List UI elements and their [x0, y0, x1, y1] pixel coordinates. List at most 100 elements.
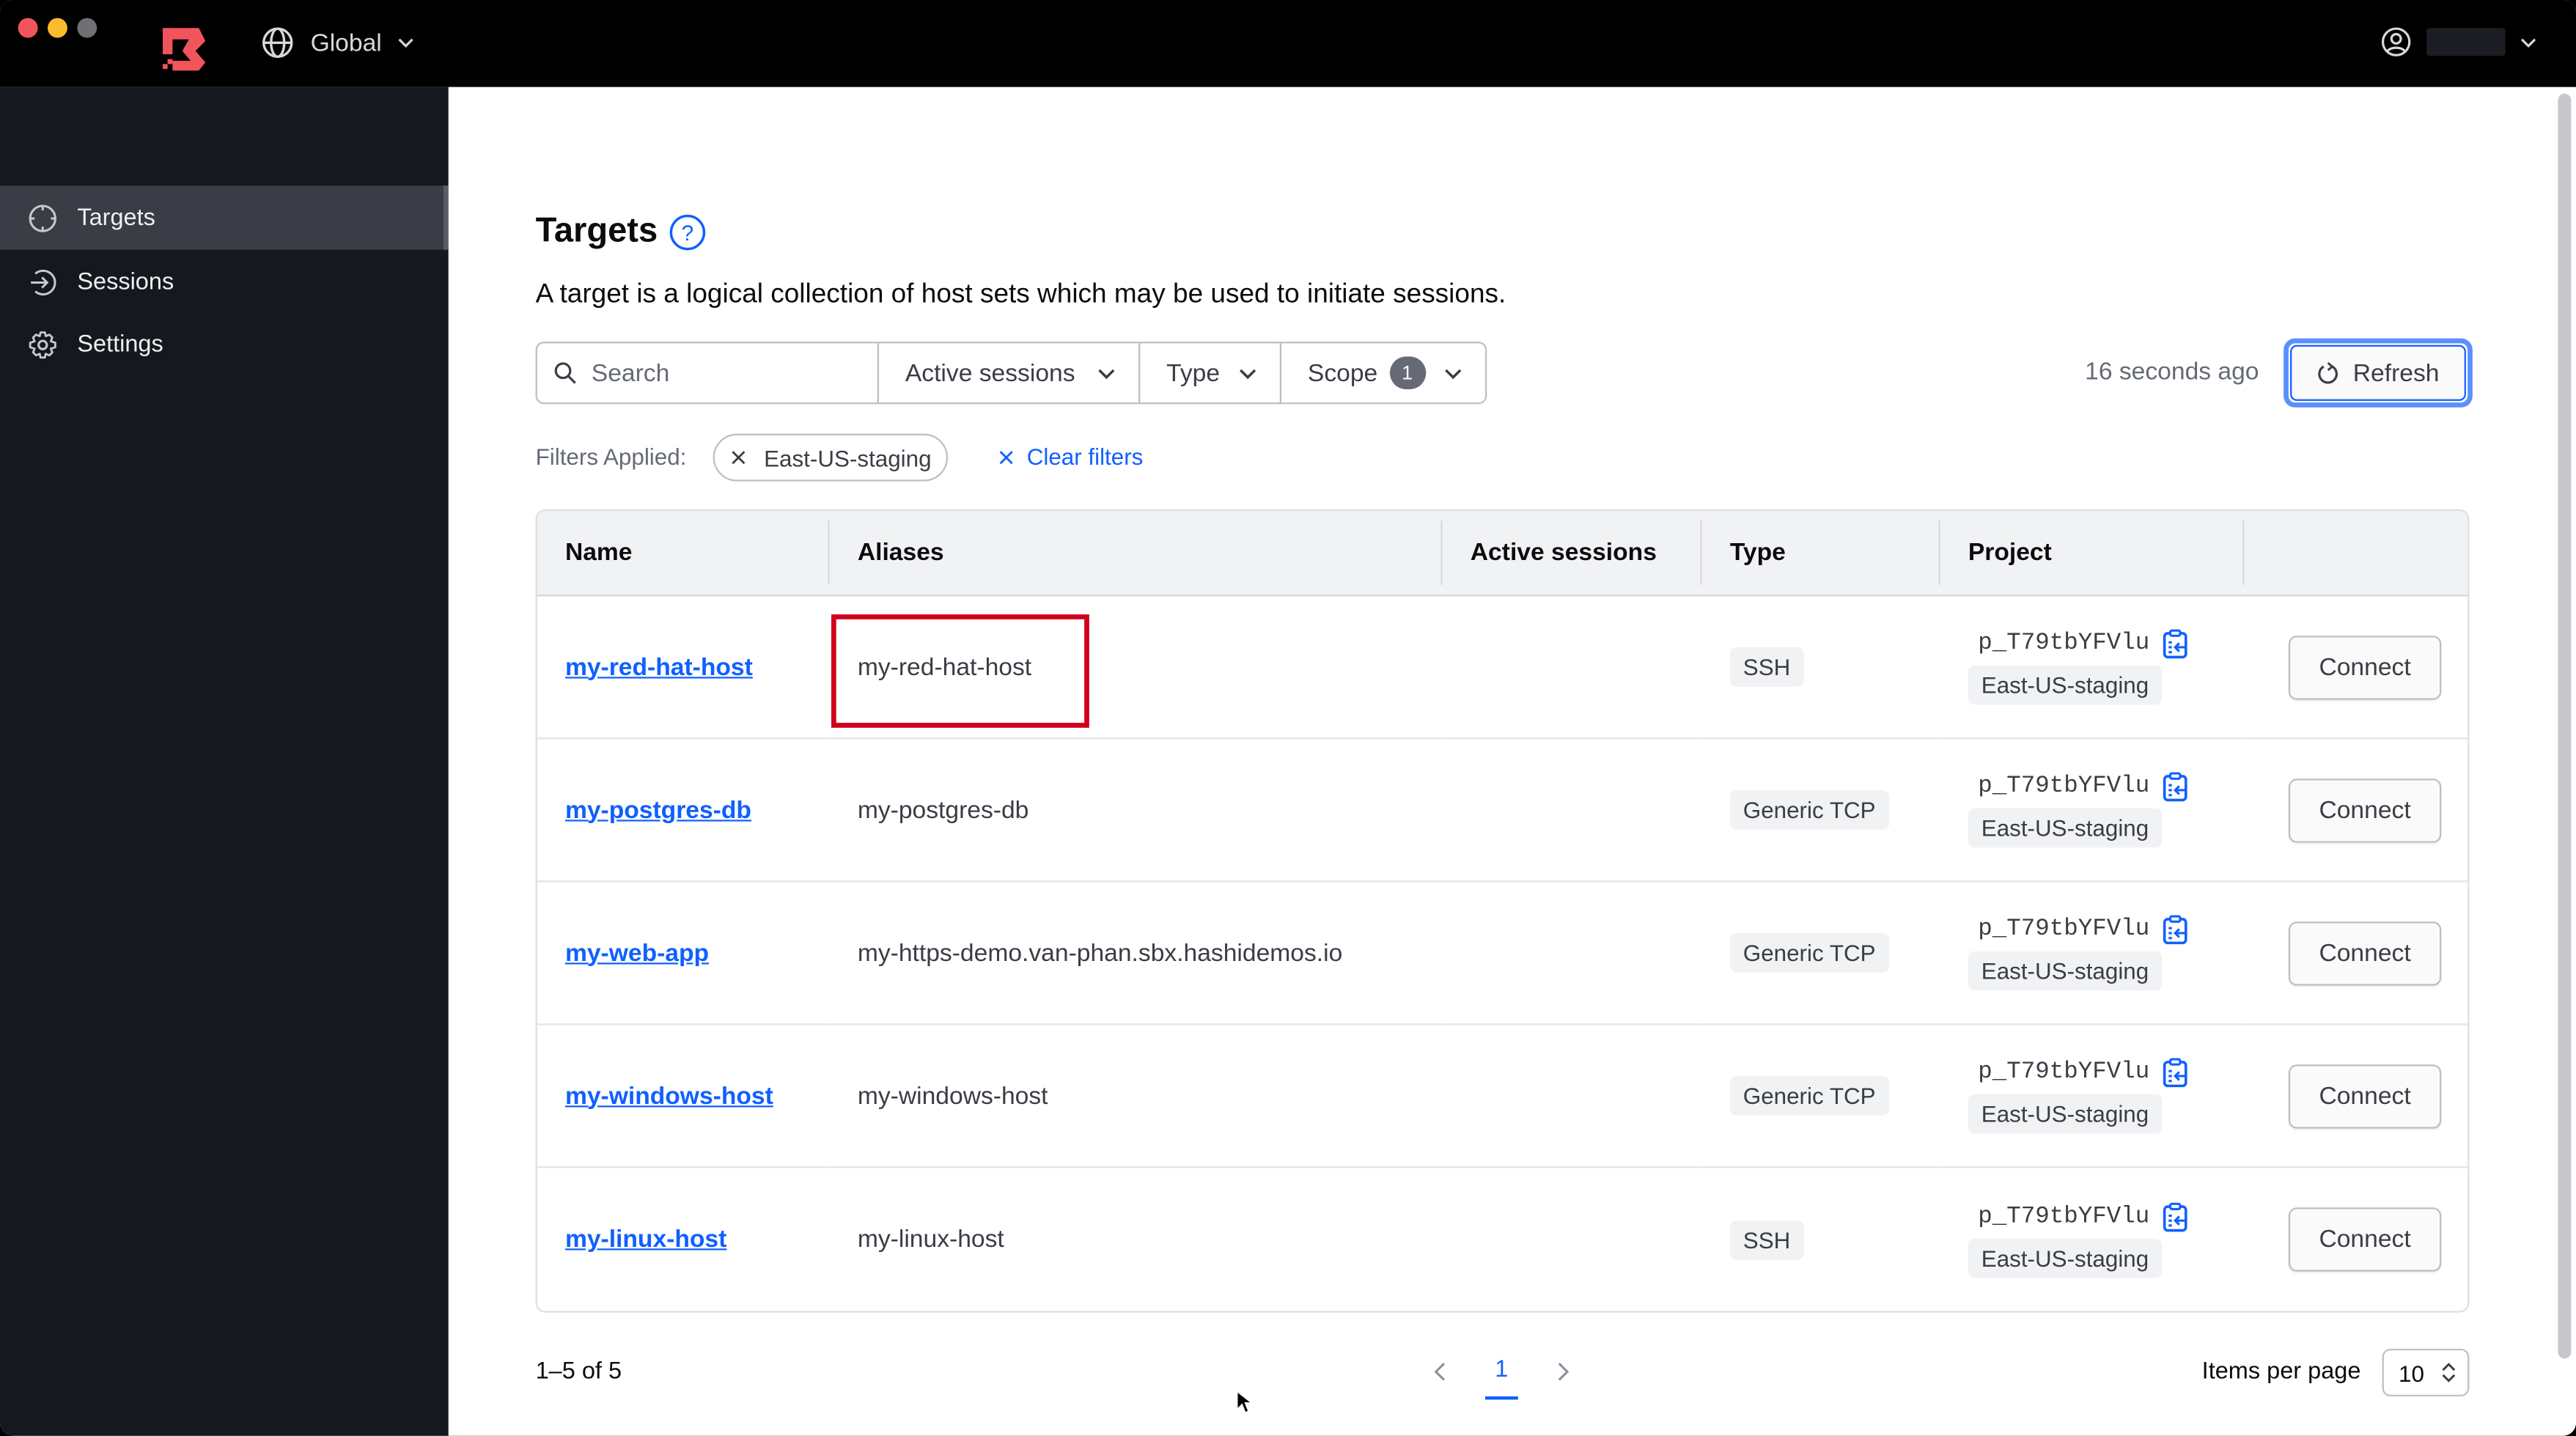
column-header-project: Project	[1940, 510, 2245, 597]
window-zoom-button[interactable]	[77, 18, 97, 38]
copy-icon[interactable]	[2163, 1058, 2189, 1088]
target-link[interactable]: my-postgres-db	[565, 796, 751, 824]
scope-count-badge: 1	[1388, 356, 1426, 390]
project-name-badge: East-US-staging	[1968, 1237, 2163, 1278]
connect-button[interactable]: Connect	[2288, 921, 2442, 985]
chevron-down-icon	[399, 38, 414, 48]
chevron-left-icon[interactable]	[1432, 1362, 1449, 1382]
refresh-icon	[2318, 361, 2338, 383]
column-header-name: Name	[537, 510, 830, 597]
chevron-down-icon	[1445, 368, 1462, 379]
page-1-button[interactable]: 1	[1484, 1357, 1518, 1400]
name-cell: my-postgres-db	[537, 739, 830, 883]
sidebar: Targets Sessions Settings	[0, 86, 449, 1436]
copy-icon[interactable]	[2163, 772, 2189, 802]
alias-cell: my-https-demo.van-phan.sbx.hashidemos.io	[829, 882, 1443, 1026]
target-link[interactable]: my-red-hat-host	[565, 653, 753, 681]
action-cell: Connect	[2244, 1025, 2468, 1168]
user-menu[interactable]	[2380, 26, 2536, 58]
search-input[interactable]: Search	[535, 342, 879, 405]
scope-selector[interactable]: Global	[261, 26, 414, 59]
name-cell: my-web-app	[537, 882, 830, 1026]
svg-text:?: ?	[682, 221, 694, 245]
connect-button[interactable]: Connect	[2288, 778, 2442, 842]
action-cell: Connect	[2244, 739, 2468, 883]
clear-filters-label: Clear filters	[1026, 443, 1144, 470]
connect-button[interactable]: Connect	[2288, 635, 2442, 699]
project-cell: p_T79tbYFVlu East-US-staging	[1940, 739, 2245, 883]
project-cell: p_T79tbYFVlu East-US-staging	[1940, 1025, 2245, 1168]
target-link[interactable]: my-windows-host	[565, 1082, 773, 1110]
refresh-button[interactable]: Refresh	[2284, 338, 2473, 408]
filters-applied-label: Filters Applied:	[535, 443, 687, 470]
close-icon[interactable]	[731, 450, 746, 465]
search-icon	[554, 362, 576, 384]
table-row: my-windows-host my-windows-host Generic …	[537, 1025, 2468, 1168]
alias-cell: my-postgres-db	[829, 739, 1443, 883]
scope-label: Global	[310, 29, 382, 57]
sidebar-item-label: Sessions	[77, 268, 174, 295]
connect-button[interactable]: Connect	[2288, 1064, 2442, 1128]
action-cell: Connect	[2244, 597, 2468, 740]
project-cell: p_T79tbYFVlu East-US-staging	[1940, 597, 2245, 740]
gear-icon	[29, 330, 56, 358]
page-title: Targets	[535, 212, 658, 250]
filter-chip-label: East-US-staging	[764, 444, 932, 471]
project-id: p_T79tbYFVlu	[1978, 916, 2150, 943]
copy-icon[interactable]	[2163, 1201, 2189, 1231]
sessions-icon	[31, 268, 56, 295]
project-name-badge: East-US-staging	[1968, 951, 2163, 991]
column-header-aliases: Aliases	[829, 510, 1443, 597]
chevron-down-icon	[1240, 368, 1256, 379]
help-icon[interactable]: ?	[669, 213, 707, 251]
sidebar-item-targets[interactable]: Targets	[0, 185, 449, 250]
scope-filter[interactable]: Scope 1	[1279, 342, 1487, 405]
project-cell: p_T79tbYFVlu East-US-staging	[1940, 882, 2245, 1026]
user-circle-icon	[2381, 27, 2411, 56]
globe-icon	[262, 27, 293, 58]
items-per-page-select[interactable]: 10	[2382, 1348, 2470, 1396]
column-header-actions	[2244, 510, 2468, 597]
copy-icon[interactable]	[2163, 915, 2189, 945]
sidebar-item-settings[interactable]: Settings	[0, 312, 449, 376]
username-redacted	[2426, 28, 2506, 56]
column-header-active-sessions: Active sessions	[1442, 510, 1702, 597]
chevron-down-icon	[2520, 37, 2536, 47]
chevron-right-icon[interactable]	[1554, 1362, 1570, 1382]
active-sessions-cell	[1442, 597, 1702, 740]
target-link[interactable]: my-web-app	[565, 939, 709, 967]
clear-filters-button[interactable]: Clear filters	[999, 443, 1144, 470]
boundary-logo	[162, 28, 206, 71]
type-cell: Generic TCP	[1701, 882, 1940, 1026]
search-placeholder: Search	[591, 358, 670, 387]
alias-cell: my-windows-host	[829, 1025, 1443, 1168]
refresh-label: Refresh	[2352, 358, 2440, 387]
sidebar-item-label: Settings	[77, 331, 163, 358]
last-refreshed: 16 seconds ago	[2085, 358, 2259, 386]
type-cell: SSH	[1701, 597, 1940, 740]
window-close-button[interactable]	[18, 18, 38, 38]
target-link[interactable]: my-linux-host	[565, 1226, 726, 1253]
chevron-down-icon	[1098, 368, 1115, 379]
page-header: Targets ?	[536, 212, 707, 251]
window-minimize-button[interactable]	[47, 18, 67, 38]
name-cell: my-windows-host	[537, 1025, 830, 1168]
targets-table: Name Aliases Active sessions Type Projec…	[535, 509, 2470, 1313]
project-id: p_T79tbYFVlu	[1978, 773, 2150, 800]
type-filter[interactable]: Type	[1138, 342, 1282, 405]
filter-chip[interactable]: East-US-staging	[713, 433, 948, 482]
sidebar-item-sessions[interactable]: Sessions	[0, 250, 449, 314]
active-sessions-filter[interactable]: Active sessions	[877, 342, 1141, 405]
project-cell: p_T79tbYFVlu East-US-staging	[1940, 1168, 2245, 1311]
scrollbar[interactable]	[2558, 93, 2572, 1359]
project-id: p_T79tbYFVlu	[1978, 630, 2150, 658]
items-per-page-label: Items per page	[2201, 1358, 2361, 1385]
copy-icon[interactable]	[2163, 629, 2189, 659]
name-cell: my-red-hat-host	[537, 597, 830, 740]
table-row: my-red-hat-host my-red-hat-host SSH p_T7…	[537, 597, 2468, 740]
project-name-badge: East-US-staging	[1968, 665, 2163, 705]
connect-button[interactable]: Connect	[2288, 1207, 2442, 1272]
filter-label: Type	[1166, 358, 1221, 387]
select-updown-icon	[2441, 1363, 2455, 1382]
table-row: my-postgres-db my-postgres-db Generic TC…	[537, 739, 2468, 883]
